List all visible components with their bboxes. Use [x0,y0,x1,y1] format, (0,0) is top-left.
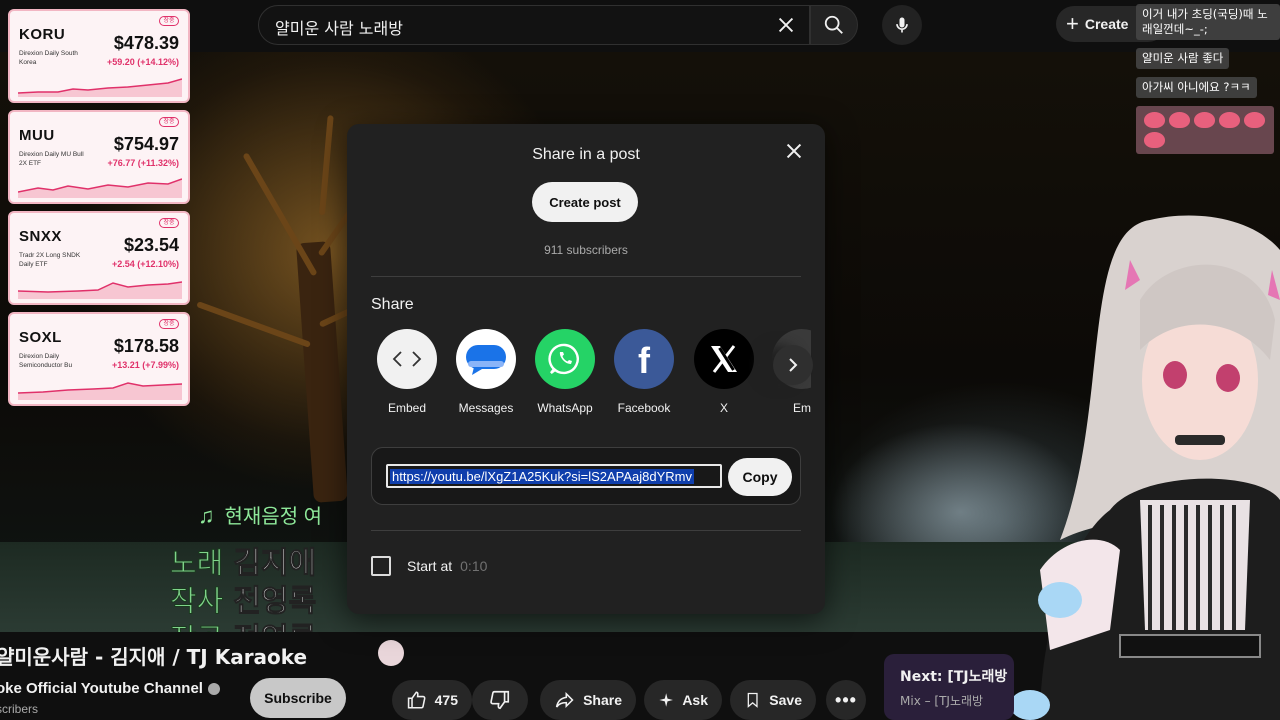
share-target-whatsapp[interactable]: WhatsApp [532,329,598,415]
emoji-icon [378,640,404,666]
share-link-box: https://youtu.be/lXgZ1A25Kuk?si=lS2APAaj… [371,447,801,505]
more-dots-icon: ••• [835,689,857,710]
chat-message: 아가씨 아니에요 ?ㅋㅋ [1136,77,1257,98]
subscribe-button[interactable]: Subscribe [250,678,346,718]
start-at-row: Start at 0:10 [371,556,487,576]
stock-card-muu: 장중 MUU $754.97 Direxion Daily MU Bull 2X… [8,110,190,204]
divider [371,530,801,531]
save-button[interactable]: Save [730,680,816,720]
more-actions-button[interactable]: ••• [826,680,866,720]
share-link-text[interactable]: https://youtu.be/lXgZ1A25Kuk?si=lS2APAaj… [390,469,695,484]
embed-icon[interactable] [377,329,437,389]
lyric-row-singer: 노래 김지애 [169,546,317,582]
search-button[interactable] [810,5,858,45]
emote-icon [1194,112,1215,128]
sparkle-icon [659,693,673,707]
current-key-label: 현재음정 여 [224,506,323,528]
dialog-title: Share in a post [532,146,640,163]
verified-badge-icon [207,682,220,695]
vtuber-avatar [1010,215,1280,720]
sparkline [18,281,182,299]
x-icon[interactable] [694,329,754,389]
stream-chat-overlay: 이거 내가 초딩(국딩)때 노래일껀데~_-; 얄미운 사람 좋다 아가씨 아니… [1136,4,1280,162]
share-target-messages[interactable]: Messages [453,329,519,415]
chat-emote-message [1136,106,1274,154]
thumbs-down-icon [490,690,510,710]
karaoke-info: ♫ 현재음정 여 노래 김지애 작사 전영록 작곡 전영록 [169,500,323,633]
up-next-card[interactable]: Next: [TJ노래방 Mix – [TJ노래방 [884,654,1014,720]
start-at-checkbox[interactable] [371,556,391,576]
share-target-facebook[interactable]: f Facebook [611,329,677,415]
music-note-icon: ♫ [198,503,215,528]
search-input[interactable]: 얄미운 사람 노래방 [275,15,403,39]
chat-message: 이거 내가 초딩(국딩)때 노래일껀데~_-; [1136,4,1280,40]
stock-card-snxx: 장중 SNXX $23.54 Tradr 2X Long SNDK Daily … [8,211,190,305]
search-icon [824,15,843,34]
voice-search-button[interactable] [882,5,922,45]
thumbs-up-icon [407,691,426,709]
chevron-right-icon [789,358,798,372]
emote-icon [1144,132,1165,148]
start-at-time[interactable]: 0:10 [460,558,487,574]
ask-button[interactable]: Ask [644,680,722,720]
scroll-targets-button[interactable] [773,345,813,385]
channel-subscriber-count: scribers [0,702,39,716]
microphone-icon [896,17,908,33]
stock-card-soxl: 장중 SOXL $178.58 Direxion Daily Semicondu… [8,312,190,406]
top-bar: 얄미운 사람 노래방 + Create [0,0,1280,52]
like-button[interactable]: 475 [392,680,472,720]
share-button[interactable]: Share [540,680,636,720]
like-count: 475 [434,692,458,708]
sparkline [18,178,182,198]
plus-icon: + [1066,11,1079,36]
share-dialog: Share in a post Create post 911 subscrib… [347,124,825,614]
sparkline [18,78,182,97]
video-title: 얄미운사람 - 김지애 / TJ Karaoke [0,645,308,669]
divider [371,276,801,277]
share-target-embed[interactable]: Embed [374,329,440,415]
share-target-x[interactable]: X [691,329,757,415]
lyric-row-lyricist: 작사 전영록 [169,584,317,620]
start-at-label: Start at [407,558,453,574]
share-arrow-icon [555,691,574,709]
facebook-icon[interactable]: f [614,329,674,389]
share-heading: Share [371,296,414,313]
emote-icon [1244,112,1265,128]
stock-ticker-overlay: 장중 KORU $478.39 Direxion Daily South Kor… [8,9,192,413]
subscriber-count: 911 subscribers [544,243,628,257]
copy-button[interactable]: Copy [728,458,792,496]
dislike-button[interactable] [472,680,528,720]
bookmark-icon [747,692,758,708]
clear-search-icon[interactable] [775,14,797,36]
close-icon[interactable] [783,140,805,162]
search-box[interactable]: 얄미운 사람 노래방 [258,5,810,45]
channel-name[interactable]: oke Official Youtube Channel [0,680,220,697]
emote-icon [1169,112,1190,128]
share-targets: Embed Messages WhatsApp f Facebook X Em [371,329,811,419]
emote-icon [1219,112,1240,128]
sparkline [18,382,182,400]
share-link-input[interactable]: https://youtu.be/lXgZ1A25Kuk?si=lS2APAaj… [386,464,722,488]
chat-message: 얄미운 사람 좋다 [1136,48,1230,69]
messages-icon[interactable] [456,329,516,389]
whatsapp-icon[interactable] [535,329,595,389]
create-post-button[interactable]: Create post [532,182,638,222]
lyric-row-composer: 작곡 전영록 [169,614,322,633]
emote-icon [1144,112,1165,128]
stock-card-koru: 장중 KORU $478.39 Direxion Daily South Kor… [8,9,190,103]
